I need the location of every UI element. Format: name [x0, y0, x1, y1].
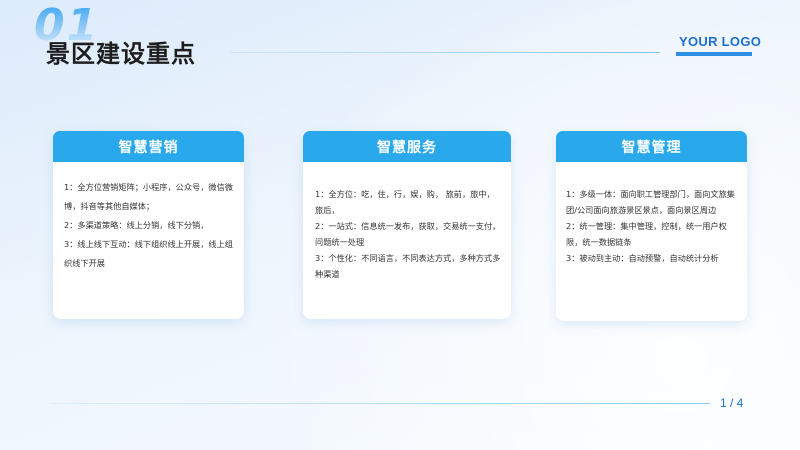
- card-body: 1：多级一体：面向职工管理部门，面向文旅集团/公司面向旅游景区景点，面向景区周边…: [566, 186, 737, 266]
- logo-underline: [676, 52, 752, 56]
- card-body: 1：全方位营销矩阵；小程序，公众号，微信微博，抖音等其他自媒体； 2：多渠道策略…: [64, 178, 234, 273]
- footer-divider: [50, 403, 710, 404]
- card-item: 3：个性化：不同语言，不同表达方式，多种方式多种渠道: [315, 253, 501, 279]
- card-body: 1：全方位：吃，住，行，娱，购， 旅前，旅中，旅后， 2：一站式：信息统一发布，…: [315, 186, 501, 282]
- card-item: 2：统一管理：集中管理，控制，统一用户权限，统一数据链条: [566, 221, 727, 247]
- page-number: 1 / 4: [720, 396, 744, 410]
- card-title: 智慧管理: [556, 131, 747, 162]
- card-item: 3：线上线下互动：线下组织线上开展，线上组织线下开展: [64, 239, 233, 268]
- card-title: 智慧服务: [303, 131, 511, 162]
- card-smart-management: 智慧管理 1：多级一体：面向职工管理部门，面向文旅集团/公司面向旅游景区景点，面…: [556, 131, 747, 321]
- card-smart-marketing: 智慧营销 1：全方位营销矩阵；小程序，公众号，微信微博，抖音等其他自媒体； 2：…: [53, 131, 244, 319]
- card-item: 1：多级一体：面向职工管理部门，面向文旅集团/公司面向旅游景区景点，面向景区周边: [566, 189, 735, 215]
- card-item: 1：全方位营销矩阵；小程序，公众号，微信微博，抖音等其他自媒体；: [64, 182, 233, 211]
- card-item: 3：被动到主动：自动预警，自动统计分析: [566, 253, 719, 263]
- header-divider: [230, 52, 660, 53]
- card-item: 2：一站式：信息统一发布，获取，交易统一支付，问题统一处理: [315, 221, 501, 247]
- card-title: 智慧营销: [53, 131, 244, 162]
- card-smart-service: 智慧服务 1：全方位：吃，住，行，娱，购， 旅前，旅中，旅后， 2：一站式：信息…: [303, 131, 511, 319]
- card-item: 1：全方位：吃，住，行，娱，购， 旅前，旅中，旅后，: [315, 189, 495, 215]
- logo: YOUR LOGO: [679, 34, 762, 49]
- card-item: 2：多渠道策略：线上分销，线下分销，: [64, 220, 209, 230]
- page-title: 景区建设重点: [46, 40, 196, 68]
